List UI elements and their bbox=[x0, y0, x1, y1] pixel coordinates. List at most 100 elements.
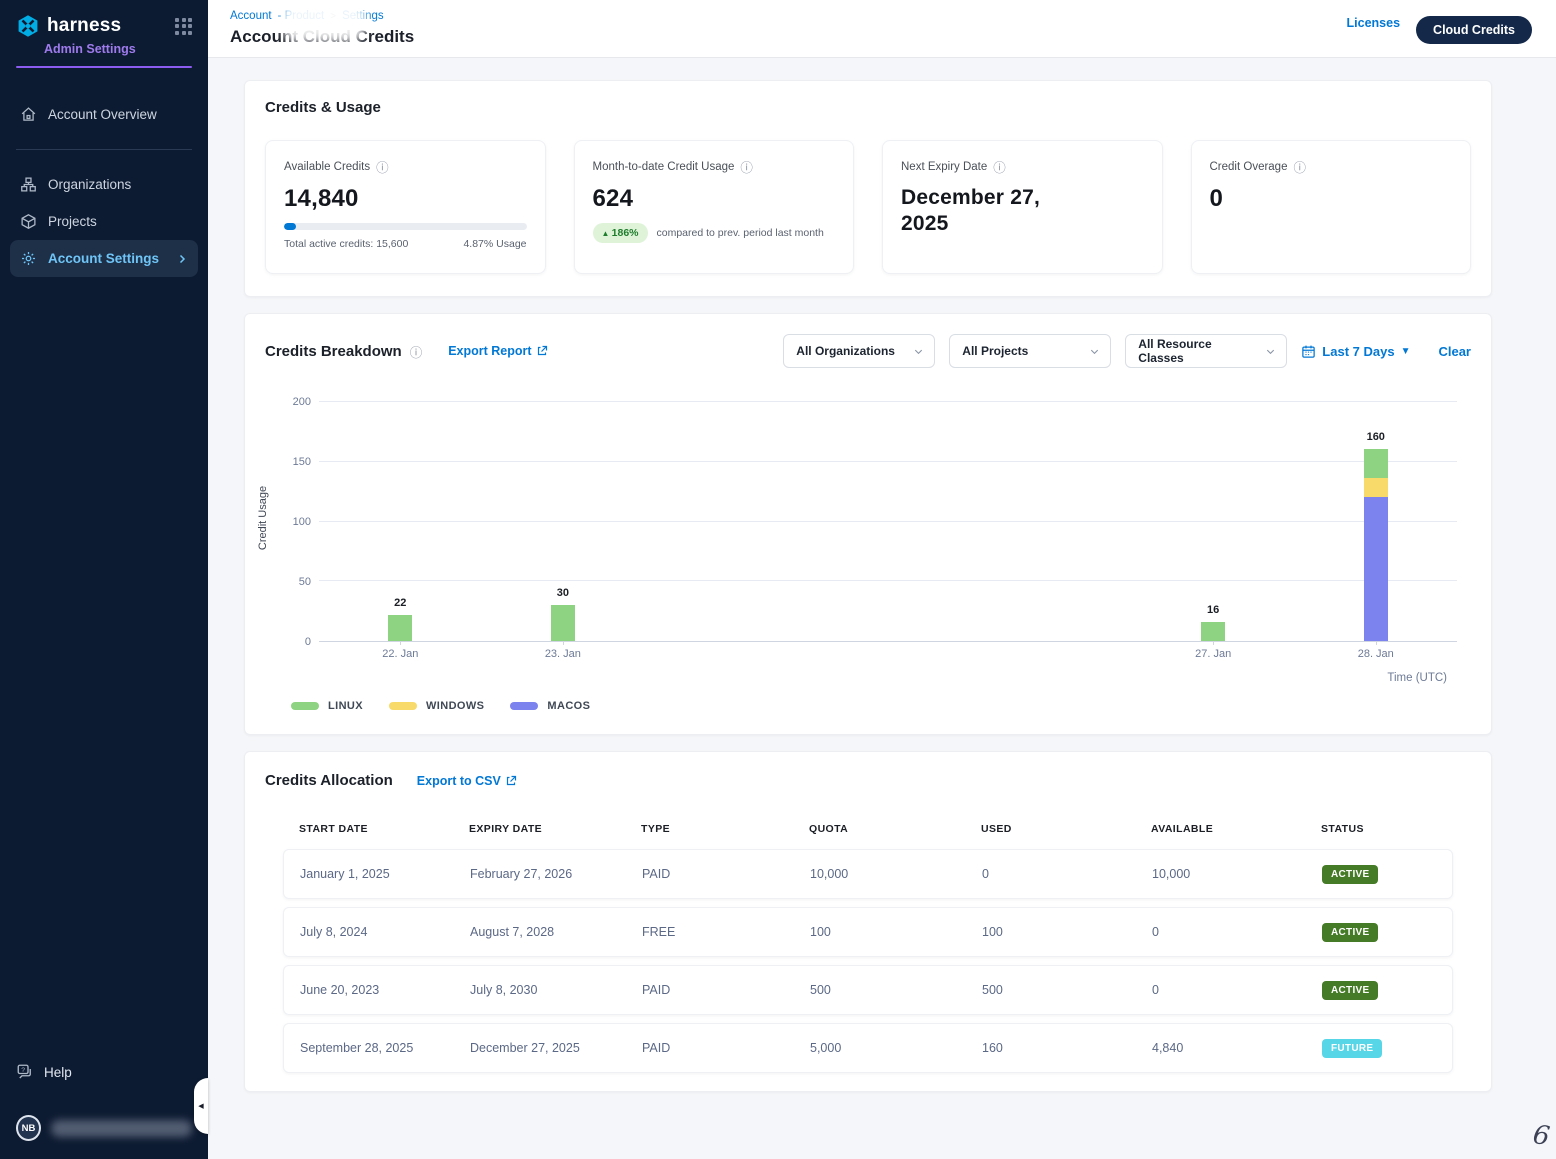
y-axis-ticks: 050100150200 bbox=[275, 402, 319, 642]
stat-cards-row: Available Credits ⓘ 14,840 Total active … bbox=[265, 140, 1471, 274]
cell-type: PAID bbox=[642, 983, 810, 997]
cell-type: PAID bbox=[642, 1041, 810, 1055]
info-icon[interactable]: ⓘ bbox=[993, 157, 1006, 176]
main-area: Account - Product > Settings Account Clo… bbox=[208, 0, 1556, 1159]
breadcrumb: Account - Product > Settings bbox=[230, 10, 414, 22]
linux-bar-segment[interactable] bbox=[1201, 622, 1225, 641]
y-tick-label: 200 bbox=[293, 396, 311, 408]
info-icon[interactable]: ⓘ bbox=[1293, 157, 1306, 176]
cloud-credits-button[interactable]: Cloud Credits bbox=[1416, 16, 1532, 44]
x-tick bbox=[400, 641, 401, 645]
table-row: January 1, 2025February 27, 2026PAID10,0… bbox=[283, 849, 1453, 899]
external-link-icon bbox=[536, 345, 548, 357]
delta-note: compared to prev. period last month bbox=[657, 227, 824, 239]
cell-quota: 10,000 bbox=[810, 867, 982, 881]
export-csv-link[interactable]: Export to CSV bbox=[417, 774, 517, 788]
cell-used: 500 bbox=[982, 983, 1152, 997]
cell-start: July 8, 2024 bbox=[300, 925, 470, 939]
usage-progress-fill bbox=[284, 223, 296, 230]
column-header: START DATE bbox=[299, 823, 469, 835]
breakdown-header: Credits Breakdown ⓘ Export Report All Or… bbox=[245, 314, 1491, 372]
info-icon[interactable]: ⓘ bbox=[376, 157, 389, 176]
column-header: EXPIRY DATE bbox=[469, 823, 641, 835]
breadcrumb-product[interactable]: - Product bbox=[278, 10, 325, 22]
projects-select[interactable]: All Projects bbox=[949, 334, 1111, 368]
cell-used: 160 bbox=[982, 1041, 1152, 1055]
usage-percent: 4.87% Usage bbox=[463, 238, 526, 250]
cell-used: 100 bbox=[982, 925, 1152, 939]
legend-item-linux[interactable]: LINUX bbox=[291, 700, 363, 712]
chart-slot-27Jan: 1627. Jan bbox=[1132, 402, 1295, 641]
x-tick-label: 28. Jan bbox=[1358, 648, 1394, 660]
bar-total-label: 160 bbox=[1367, 431, 1385, 443]
credits-allocation-panel: Credits Allocation Export to CSV START D… bbox=[244, 751, 1492, 1092]
bar-total-label: 30 bbox=[557, 587, 569, 599]
sidebar-item-projects[interactable]: Projects bbox=[10, 203, 198, 240]
legend-label: WINDOWS bbox=[426, 700, 484, 712]
x-tick-label: 23. Jan bbox=[545, 648, 581, 660]
clear-filters-link[interactable]: Clear bbox=[1438, 344, 1471, 359]
cell-available: 0 bbox=[1152, 983, 1322, 997]
calendar-icon bbox=[1301, 344, 1316, 359]
cell-type: PAID bbox=[642, 867, 810, 881]
available-credits-value: 14,840 bbox=[284, 185, 527, 213]
windows-bar-segment[interactable] bbox=[1364, 478, 1388, 497]
help-label: Help bbox=[44, 1065, 72, 1080]
linux-bar-segment[interactable] bbox=[1364, 449, 1388, 478]
export-report-link[interactable]: Export Report bbox=[448, 344, 547, 358]
brand-divider bbox=[16, 66, 192, 68]
legend-item-windows[interactable]: WINDOWS bbox=[389, 700, 484, 712]
sidebar-collapse-handle[interactable]: ◀ bbox=[194, 1078, 208, 1134]
chevron-down-icon bbox=[913, 346, 924, 357]
breadcrumb-account[interactable]: Account bbox=[230, 10, 272, 22]
help-chat-icon: ? bbox=[16, 1063, 34, 1081]
macos-bar-segment[interactable] bbox=[1364, 497, 1388, 641]
y-tick-label: 0 bbox=[305, 636, 311, 648]
table-row: July 8, 2024August 7, 2028FREE1001000ACT… bbox=[283, 907, 1453, 957]
organizations-select-value: All Organizations bbox=[796, 344, 895, 358]
bar-total-label: 22 bbox=[394, 597, 406, 609]
legend-item-macos[interactable]: MACOS bbox=[510, 700, 590, 712]
help-button[interactable]: ? Help bbox=[16, 1063, 192, 1081]
breadcrumb-settings[interactable]: Settings bbox=[342, 10, 384, 22]
info-icon[interactable]: ⓘ bbox=[740, 157, 753, 176]
allocation-table: START DATEEXPIRY DATETYPEQUOTAUSEDAVAILA… bbox=[245, 795, 1491, 1091]
credit-overage-card: Credit Overage ⓘ 0 bbox=[1191, 140, 1472, 274]
credit-overage-value: 0 bbox=[1210, 185, 1453, 213]
table-row: June 20, 2023July 8, 2030PAID5005000ACTI… bbox=[283, 965, 1453, 1015]
sidebar-item-label: Organizations bbox=[48, 177, 131, 192]
linux-bar-segment[interactable] bbox=[551, 605, 575, 641]
organizations-select[interactable]: All Organizations bbox=[783, 334, 935, 368]
page-header: Account - Product > Settings Account Clo… bbox=[208, 0, 1556, 58]
caret-down-icon: ▼ bbox=[1401, 346, 1411, 357]
y-tick-label: 100 bbox=[293, 516, 311, 528]
credit-overage-label: Credit Overage bbox=[1210, 161, 1288, 173]
available-credits-label: Available Credits bbox=[284, 161, 370, 173]
sidebar-item-account-settings[interactable]: Account Settings bbox=[10, 240, 198, 277]
linux-bar-segment[interactable] bbox=[388, 615, 412, 641]
cell-type: FREE bbox=[642, 925, 810, 939]
sidebar-item-label: Account Overview bbox=[48, 107, 157, 122]
date-range-filter[interactable]: Last 7 Days ▼ bbox=[1301, 344, 1410, 359]
info-icon[interactable]: ⓘ bbox=[410, 342, 423, 361]
resource-classes-select[interactable]: All Resource Classes bbox=[1125, 334, 1287, 368]
chart-slot-22Jan: 2222. Jan bbox=[319, 402, 482, 641]
resource-classes-select-value: All Resource Classes bbox=[1138, 337, 1255, 365]
cell-status: ACTIVE bbox=[1322, 923, 1436, 942]
user-profile[interactable]: NB bbox=[16, 1115, 192, 1141]
cell-available: 10,000 bbox=[1152, 867, 1322, 881]
credits-usage-panel: Credits & Usage Available Credits ⓘ 14,8… bbox=[244, 80, 1492, 297]
app-switcher-icon[interactable] bbox=[175, 18, 192, 35]
brand-name: harness bbox=[47, 15, 121, 37]
cell-start: June 20, 2023 bbox=[300, 983, 470, 997]
licenses-link[interactable]: Licenses bbox=[1347, 16, 1401, 30]
sidebar-item-organizations[interactable]: Organizations bbox=[10, 166, 198, 203]
sidebar: harness Admin Settings Account Overview bbox=[0, 0, 208, 1159]
export-csv-label: Export to CSV bbox=[417, 774, 501, 788]
legend-swatch bbox=[291, 702, 319, 710]
mtd-usage-value: 624 bbox=[593, 185, 836, 213]
column-header: STATUS bbox=[1321, 823, 1437, 835]
chart-plot-area: 2222. Jan3023. Jan1627. Jan16028. Jan bbox=[319, 402, 1457, 642]
sidebar-item-account-overview[interactable]: Account Overview bbox=[10, 96, 198, 133]
avatar[interactable]: NB bbox=[16, 1115, 41, 1141]
